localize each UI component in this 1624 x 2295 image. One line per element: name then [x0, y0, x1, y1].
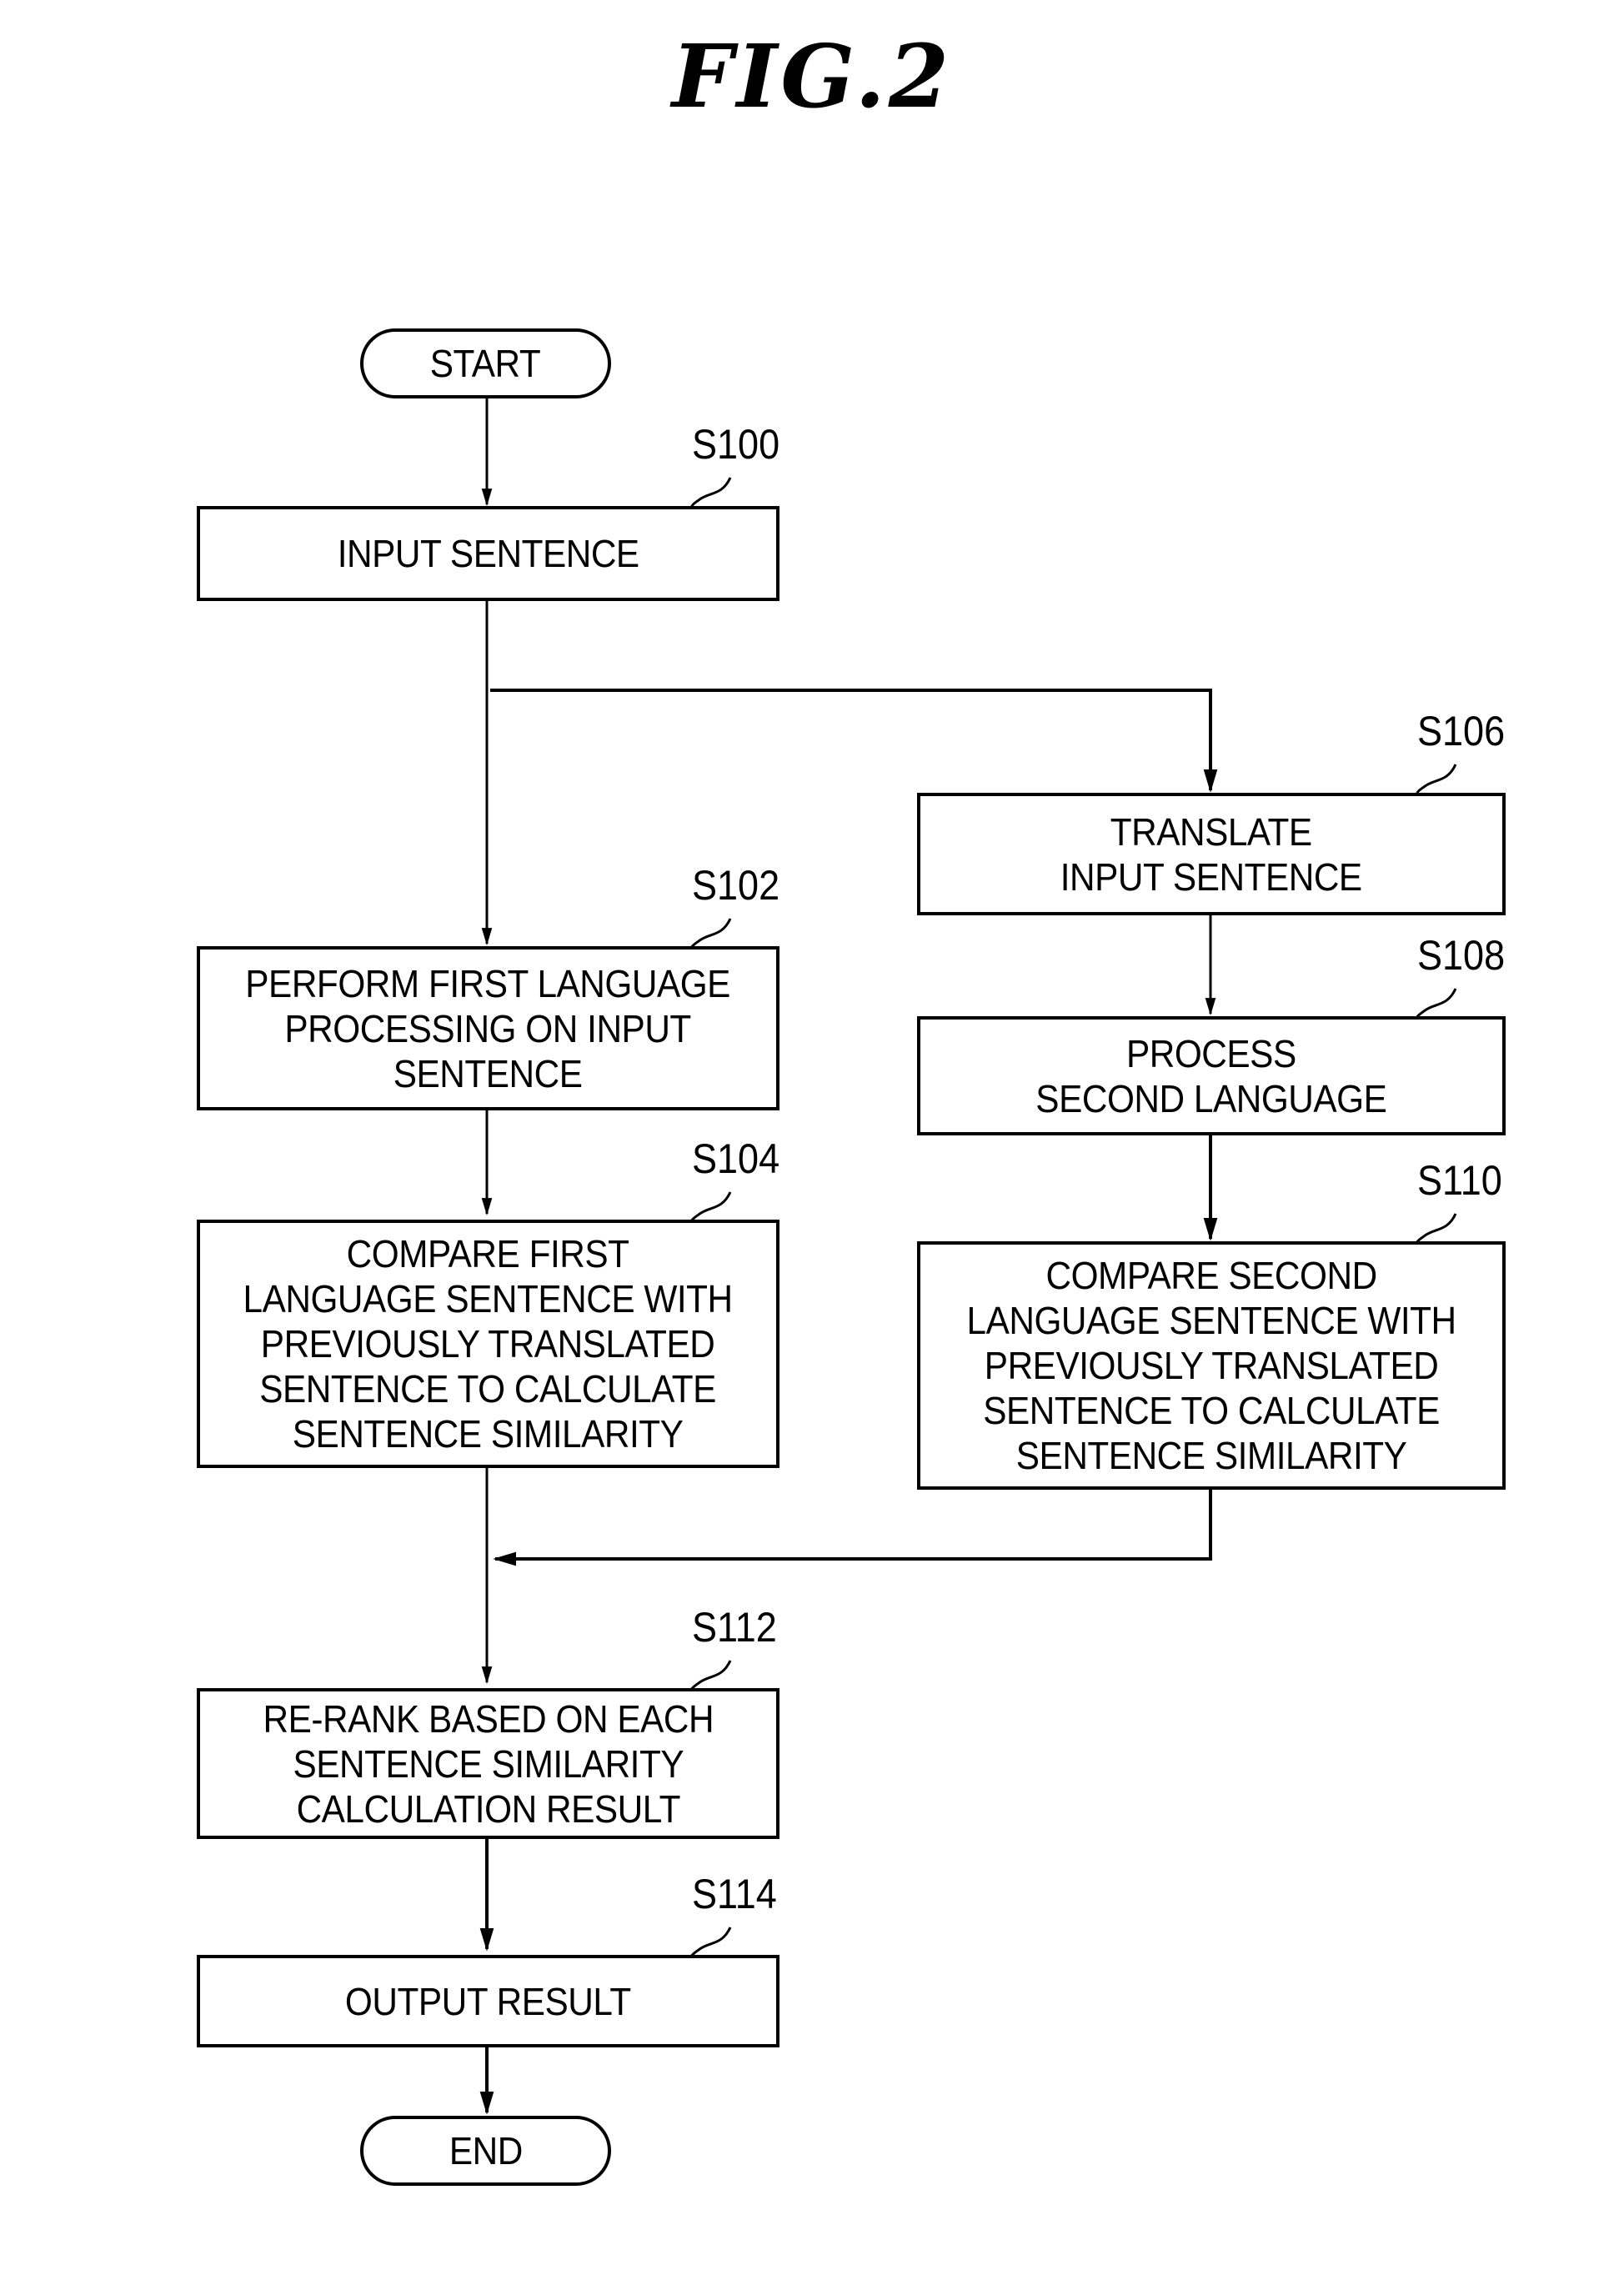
- leader-s108: [1415, 988, 1457, 1019]
- step-label-s112: S112: [692, 1604, 777, 1651]
- process-label-s114: OUTPUT RESULT: [345, 1979, 631, 2023]
- process-label-s110: COMPARE SECOND LANGUAGE SENTENCE WITH PR…: [966, 1254, 1456, 1477]
- step-label-s104: S104: [692, 1135, 780, 1182]
- step-label-s102: S102: [692, 862, 780, 909]
- step-label-s114: S114: [692, 1871, 777, 1917]
- process-label-s112: RE-RANK BASED ON EACH SENTENCE SIMILARIT…: [263, 1696, 714, 1831]
- process-box-s114: OUTPUT RESULT: [197, 1955, 779, 2047]
- process-box-s110: COMPARE SECOND LANGUAGE SENTENCE WITH PR…: [917, 1241, 1506, 1490]
- process-box-s104: COMPARE FIRST LANGUAGE SENTENCE WITH PRE…: [197, 1220, 779, 1468]
- step-label-s100: S100: [692, 421, 780, 468]
- leader-s100: [689, 477, 732, 509]
- process-box-s102: PERFORM FIRST LANGUAGE PROCESSING ON INP…: [197, 946, 779, 1110]
- process-box-s100: INPUT SENTENCE: [197, 506, 779, 601]
- process-label-s108: PROCESS SECOND LANGUAGE: [1035, 1031, 1387, 1120]
- step-label-s108: S108: [1417, 932, 1506, 979]
- step-label-s106: S106: [1417, 708, 1506, 754]
- start-label: START: [430, 342, 541, 385]
- flowchart-figure: FIG.2 START S100 INPUT SENTENCE S102 PER…: [0, 0, 1624, 2295]
- process-box-s106: TRANSLATE INPUT SENTENCE: [917, 793, 1506, 915]
- process-box-s108: PROCESS SECOND LANGUAGE: [917, 1016, 1506, 1135]
- end-terminal: END: [360, 2116, 611, 2186]
- edge-s100-s106: [490, 689, 1218, 793]
- process-label-s106: TRANSLATE INPUT SENTENCE: [1060, 809, 1362, 899]
- leader-s112: [689, 1660, 732, 1691]
- leader-s102: [689, 918, 732, 949]
- end-label: END: [449, 2129, 523, 2172]
- step-label-s110: S110: [1417, 1157, 1502, 1204]
- edge-s110-s112: [493, 1488, 1212, 1566]
- start-terminal: START: [360, 328, 611, 398]
- leader-s114: [689, 1927, 732, 1957]
- process-box-s112: RE-RANK BASED ON EACH SENTENCE SIMILARIT…: [197, 1688, 779, 1839]
- connector-layer: [479, 397, 1457, 2115]
- process-label-s100: INPUT SENTENCE: [337, 532, 639, 575]
- process-label-s102: PERFORM FIRST LANGUAGE PROCESSING ON INP…: [245, 961, 731, 1095]
- leader-s104: [689, 1191, 732, 1222]
- process-label-s104: COMPARE FIRST LANGUAGE SENTENCE WITH PRE…: [243, 1232, 734, 1456]
- leader-s110: [1415, 1213, 1457, 1244]
- leader-s106: [1415, 764, 1457, 795]
